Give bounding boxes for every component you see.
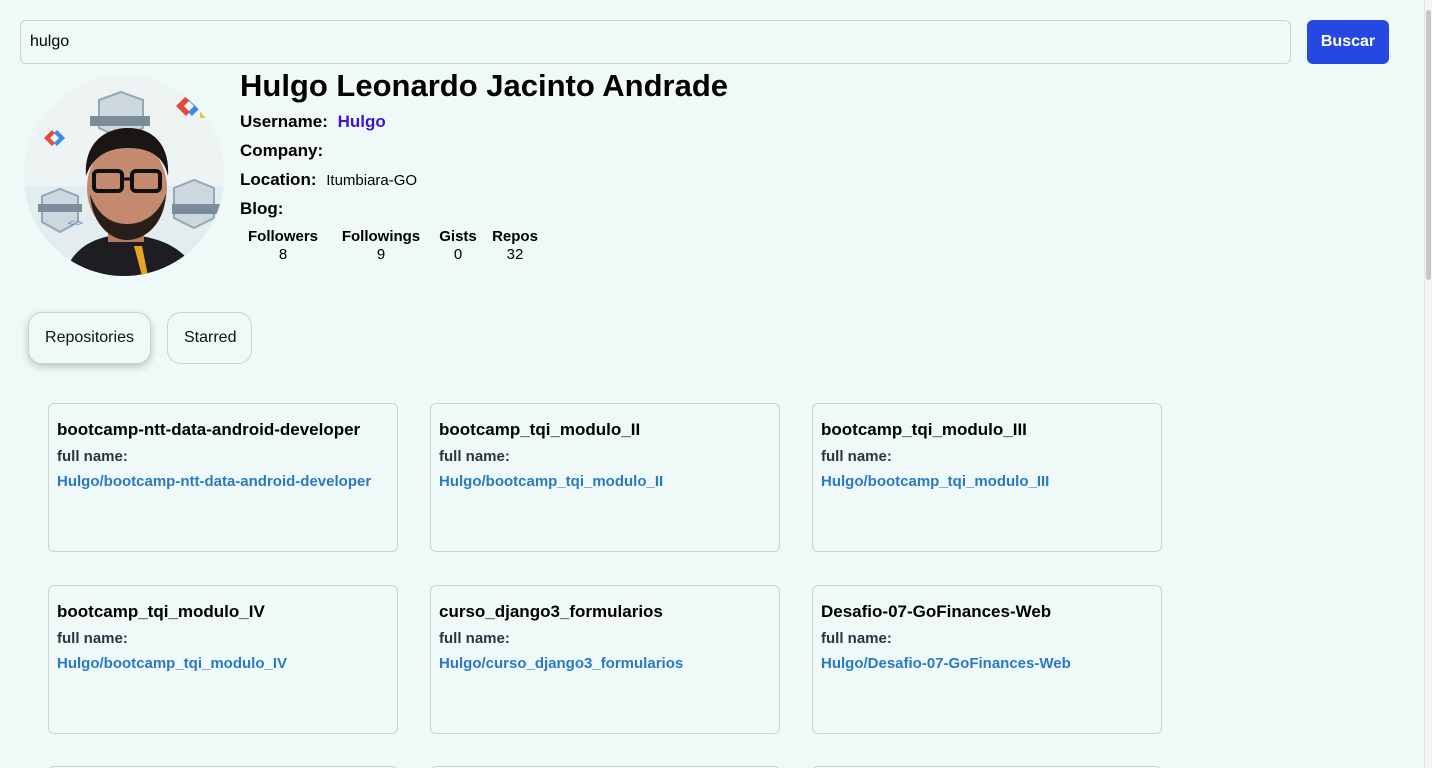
location-label: Location:: [240, 170, 317, 189]
repo-fullname-label: full name:: [821, 630, 892, 647]
avatar-image: <>: [24, 76, 224, 276]
company-row: Company:: [240, 141, 328, 161]
search-button[interactable]: Buscar: [1307, 20, 1389, 64]
username-label: Username:: [240, 112, 328, 131]
repo-name: bootcamp_tqi_modulo_IV: [57, 602, 265, 621]
profile-info: Hulgo Leonardo Jacinto Andrade Username:…: [240, 68, 728, 263]
repo-card[interactable]: bootcamp_tqi_modulo_III full name: Hulgo…: [812, 403, 1162, 552]
location-row: Location: Itumbiara-GO: [240, 170, 417, 190]
repo-fullname-link[interactable]: Hulgo/bootcamp_tqi_modulo_II: [439, 473, 771, 490]
username-row: Username: Hulgo: [240, 112, 386, 132]
stat-repos: Repos 32: [492, 228, 538, 263]
repo-card[interactable]: bootcamp-ntt-data-android-developer full…: [48, 403, 398, 552]
repo-fullname-label: full name:: [439, 448, 510, 465]
repo-name: bootcamp-ntt-data-android-developer: [57, 420, 361, 439]
stat-gists: Gists 0: [439, 228, 477, 263]
profile-name: Hulgo Leonardo Jacinto Andrade: [240, 68, 728, 103]
svg-text:<>: <>: [67, 218, 84, 229]
page-scrollbar[interactable]: [1424, 0, 1432, 768]
repo-fullname-link[interactable]: Hulgo/bootcamp-ntt-data-android-develope…: [57, 473, 389, 490]
tab-starred[interactable]: Starred: [167, 312, 252, 364]
repo-name: Desafio-07-GoFinances-Web: [821, 602, 1052, 621]
repo-fullname-label: full name:: [821, 448, 892, 465]
search-input[interactable]: [20, 20, 1291, 64]
blog-row: Blog:: [240, 199, 288, 219]
scrollbar-thumb[interactable]: [1426, 10, 1431, 280]
repo-card[interactable]: Desafio-07-GoFinances-Web full name: Hul…: [812, 585, 1162, 734]
location-value: Itumbiara-GO: [326, 172, 418, 189]
tab-bar: Repositories Starred: [28, 312, 252, 364]
avatar: <>: [24, 76, 224, 276]
repo-name: bootcamp_tqi_modulo_II: [439, 420, 641, 439]
repo-name: curso_django3_formularios: [439, 602, 663, 621]
repo-fullname-link[interactable]: Hulgo/bootcamp_tqi_modulo_III: [821, 473, 1153, 490]
repo-fullname-link[interactable]: Hulgo/bootcamp_tqi_modulo_IV: [57, 655, 389, 672]
company-label: Company:: [240, 141, 324, 160]
stat-followings: Followings 9: [341, 228, 421, 263]
blog-label: Blog:: [240, 199, 284, 218]
repo-fullname-label: full name:: [57, 630, 128, 647]
repo-card[interactable]: bootcamp_tqi_modulo_IV full name: Hulgo/…: [48, 585, 398, 734]
repo-fullname-link[interactable]: Hulgo/Desafio-07-GoFinances-Web: [821, 655, 1153, 672]
repo-fullname-link[interactable]: Hulgo/curso_django3_formularios: [439, 655, 771, 672]
repo-card[interactable]: bootcamp_tqi_modulo_II full name: Hulgo/…: [430, 403, 780, 552]
repo-fullname-label: full name:: [57, 448, 128, 465]
search-bar: Buscar: [20, 20, 1390, 64]
stat-followers: Followers 8: [248, 228, 319, 263]
tab-repositories[interactable]: Repositories: [28, 312, 151, 364]
profile-stats: Followers 8 Followings 9 Gists 0 Repos 3…: [248, 228, 540, 264]
username-link[interactable]: Hulgo: [338, 112, 386, 131]
repo-name: bootcamp_tqi_modulo_III: [821, 420, 1027, 439]
repo-card[interactable]: curso_django3_formularios full name: Hul…: [430, 585, 780, 734]
repo-fullname-label: full name:: [439, 630, 510, 647]
